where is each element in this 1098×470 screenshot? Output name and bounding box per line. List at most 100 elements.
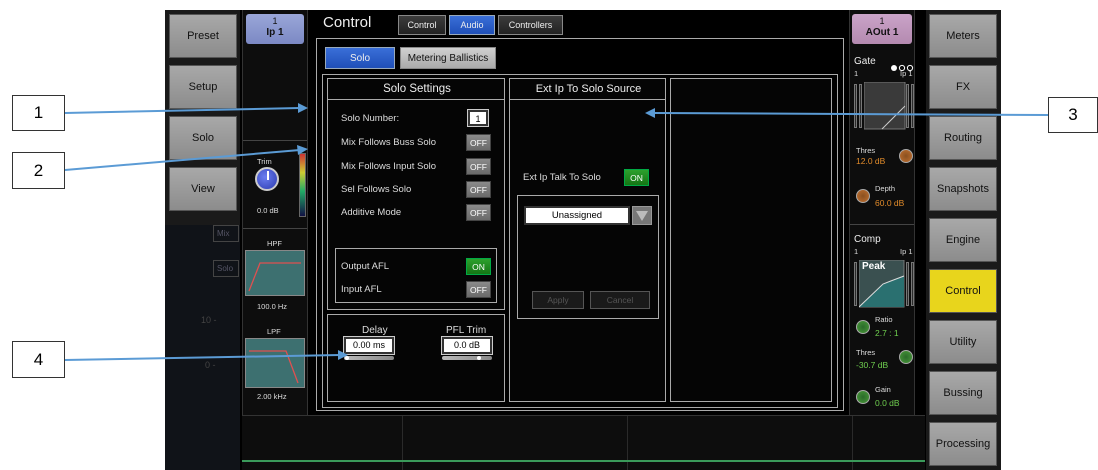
comp-graph[interactable]: Peak <box>854 258 914 310</box>
output-afl-label: Output AFL <box>341 261 390 272</box>
gate-right: Ip 1 <box>900 69 913 78</box>
bg-solo-fragment: Solo <box>213 260 239 277</box>
gate-label: Gate <box>854 56 876 67</box>
callout-4: 4 <box>12 341 65 378</box>
source-dropdown[interactable]: Unassigned <box>524 206 630 225</box>
overview-trace <box>242 460 925 462</box>
trim-knob[interactable] <box>255 167 279 191</box>
source-select-group: Unassigned Apply Cancel <box>517 195 659 319</box>
fx-button[interactable]: FX <box>929 65 997 109</box>
pfl-trim-field[interactable]: 0.0 dB <box>441 336 493 355</box>
sel-follows-solo-label: Sel Follows Solo <box>341 184 412 195</box>
strip-divider <box>850 224 914 225</box>
channel-tab[interactable]: 1 Ip 1 <box>246 14 304 44</box>
subtab-metering-ballistics[interactable]: Metering Ballistics <box>400 47 496 69</box>
mix-follows-input-solo-toggle[interactable]: OFF <box>466 158 491 175</box>
ratio-value: 2.7 : 1 <box>875 328 899 338</box>
gate-thres-knob[interactable] <box>899 149 913 163</box>
callout-1: 1 <box>12 95 65 131</box>
output-afl-toggle[interactable]: ON <box>466 258 491 275</box>
comp-thres-value: -30.7 dB <box>856 360 889 370</box>
solo-number-label: Solo Number: <box>341 113 400 124</box>
snapshots-button[interactable]: Snapshots <box>929 167 997 211</box>
control-button[interactable]: Control <box>929 269 997 313</box>
lpf-curve <box>249 350 299 384</box>
input-meter <box>299 153 306 217</box>
audio-page-frame: Solo Metering Ballistics Solo Settings S… <box>316 38 844 411</box>
ext-ip-talk-label: Ext Ip Talk To Solo <box>523 172 601 183</box>
ext-ip-talk-toggle[interactable]: ON <box>624 169 649 186</box>
input-afl-toggle[interactable]: OFF <box>466 281 491 298</box>
trim-label: Trim <box>257 157 272 166</box>
hpf-curve <box>248 262 301 292</box>
processing-button[interactable]: Processing <box>929 422 997 466</box>
meters-button[interactable]: Meters <box>929 14 997 58</box>
comp-right: Ip 1 <box>900 247 913 256</box>
input-afl-label: Input AFL <box>341 284 382 295</box>
gate-curve <box>864 82 906 130</box>
gate-depth-value: 60.0 dB <box>875 198 905 208</box>
tab-audio[interactable]: Audio <box>449 15 495 35</box>
sel-follows-solo-toggle[interactable]: OFF <box>466 181 491 198</box>
delay-slider[interactable] <box>344 356 394 360</box>
lpf-value: 2.00 kHz <box>257 392 287 401</box>
subtab-solo[interactable]: Solo <box>325 47 395 69</box>
pfl-trim-label: PFL Trim <box>446 325 487 336</box>
tab-control[interactable]: Control <box>398 15 446 35</box>
ratio-label: Ratio <box>875 315 893 324</box>
gate-depth-knob[interactable] <box>856 189 870 203</box>
gate-graph[interactable] <box>854 80 914 132</box>
output-channel-name: AOut 1 <box>865 27 899 38</box>
solo-content-frame: Solo Settings Solo Number: 1 Mix Follows… <box>322 74 838 408</box>
solo-settings-panel: Solo Settings Solo Number: 1 Mix Follows… <box>327 78 505 310</box>
cancel-button[interactable]: Cancel <box>590 291 650 309</box>
comp-thres-label: Thres <box>856 348 876 357</box>
setup-button[interactable]: Setup <box>169 65 237 109</box>
additive-mode-toggle[interactable]: OFF <box>466 204 491 221</box>
delay-panel: Delay 0.00 ms PFL Trim 0.0 dB <box>327 314 505 402</box>
view-button[interactable]: View <box>169 167 237 211</box>
pfl-trim-slider[interactable] <box>442 356 492 360</box>
page-title: Control <box>323 14 372 31</box>
overview-strip <box>242 415 925 470</box>
tab-controllers[interactable]: Controllers <box>498 15 563 35</box>
trim-value: 0.0 dB <box>257 206 279 215</box>
output-channel-strip: 1 AOut 1 Gate 1 Ip 1 Thres 12.0 dB Depth… <box>849 10 915 415</box>
engine-button[interactable]: Engine <box>929 218 997 262</box>
bg-fragment-label: 0 - <box>205 360 216 370</box>
title-divider <box>328 99 504 100</box>
ratio-knob[interactable] <box>856 320 870 334</box>
output-channel-number: 1 <box>879 16 885 26</box>
delay-field[interactable]: 0.00 ms <box>343 336 395 355</box>
bg-mix-fragment: Mix <box>213 225 239 242</box>
gate-left: 1 <box>854 69 859 78</box>
right-button-column: Meters FX Routing Snapshots Engine Contr… <box>926 10 1001 470</box>
gate-thres-label: Thres <box>856 146 876 155</box>
solo-number-field[interactable]: 1 <box>467 109 489 127</box>
bussing-button[interactable]: Bussing <box>929 371 997 415</box>
gain-value: 0.0 dB <box>875 398 900 408</box>
input-channel-strip: 1 Ip 1 Mix Solo Trim 0.0 dB HPF 100.0 Hz… <box>213 10 308 415</box>
mix-follows-buss-solo-toggle[interactable]: OFF <box>466 134 491 151</box>
comp-thres-knob[interactable] <box>899 350 913 364</box>
gain-knob[interactable] <box>856 390 870 404</box>
gate-depth-label: Depth <box>875 184 896 193</box>
apply-button[interactable]: Apply <box>532 291 584 309</box>
lpf-graph[interactable] <box>245 338 305 388</box>
comp-peak-label: Peak <box>862 261 886 272</box>
preset-button[interactable]: Preset <box>169 14 237 58</box>
ext-ip-panel: Ext Ip To Solo Source Ext Ip Talk To Sol… <box>509 78 666 402</box>
figure-root: Preset Setup Solo View 10 - 0 - 1 Ip 1 M… <box>0 0 1098 470</box>
solo-button[interactable]: Solo <box>169 116 237 160</box>
empty-panel <box>670 78 832 402</box>
additive-mode-label: Additive Mode <box>341 207 402 218</box>
chevron-down-icon[interactable] <box>632 206 652 225</box>
gain-label: Gain <box>875 385 891 394</box>
utility-button[interactable]: Utility <box>929 320 997 364</box>
gate-thres-value: 12.0 dB <box>856 156 886 166</box>
routing-button[interactable]: Routing <box>929 116 997 160</box>
comp-left: 1 <box>854 247 859 256</box>
hpf-graph[interactable] <box>245 250 305 296</box>
comp-label: Comp <box>854 234 881 245</box>
output-channel-tab[interactable]: 1 AOut 1 <box>852 14 912 44</box>
